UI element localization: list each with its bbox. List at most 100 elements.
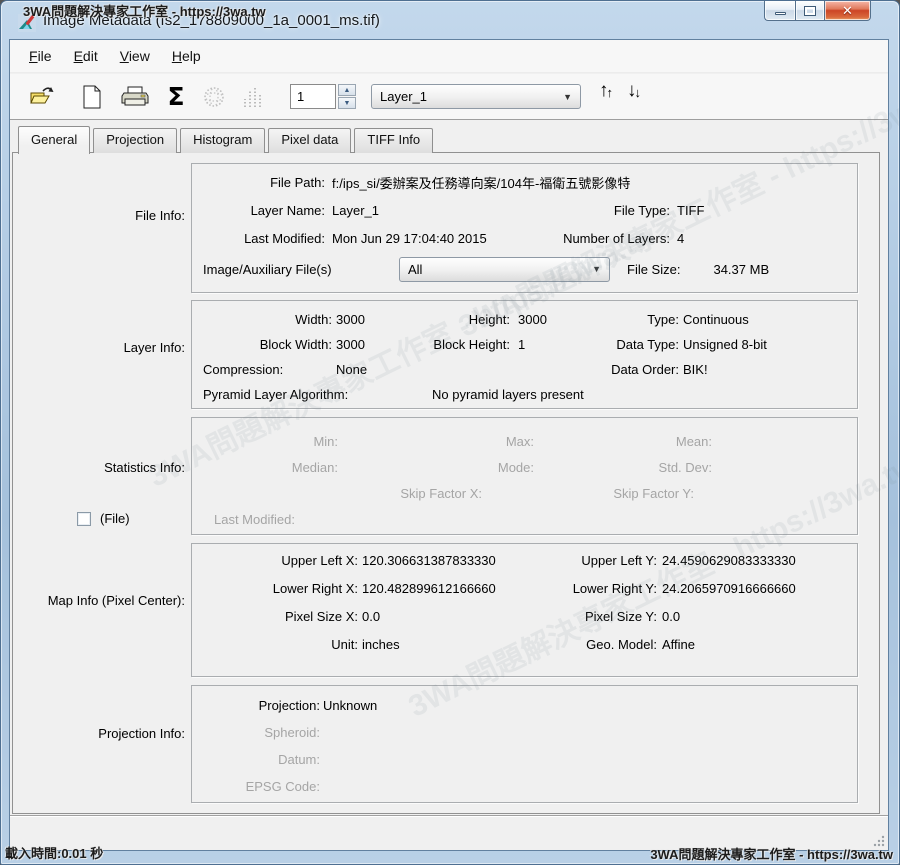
close-icon: ✕ (842, 4, 853, 17)
resize-grip[interactable] (872, 834, 886, 848)
file-path-label: File Path: (192, 175, 329, 190)
block-width-value: 3000 (332, 337, 388, 352)
mode-label: Mode: (388, 460, 534, 475)
spin-down-button[interactable]: ▼ (338, 97, 356, 109)
upper-left-y-label: Upper Left Y: (532, 553, 657, 568)
statistics-info-label: Statistics Info: (13, 460, 185, 475)
layer-up-button[interactable]: ↑ ↑ (599, 81, 613, 113)
stats-row-2: Median: Mode: Std. Dev: (192, 454, 857, 480)
sigma-icon: Σ (167, 84, 184, 109)
block-height-label: Block Height: (388, 337, 510, 352)
menu-file[interactable]: File (18, 44, 63, 68)
upper-left-x-label: Upper Left X: (192, 553, 358, 568)
file-size-value: 34.37 MB (710, 262, 769, 277)
tab-histogram[interactable]: Histogram (180, 128, 265, 153)
layer-number-spinner: 1 ▲ ▼ (290, 84, 356, 109)
skip-factor-y-label: Skip Factor Y: (482, 486, 694, 501)
print-button[interactable] (120, 81, 150, 113)
lower-right-x-value: 120.482899612166660 (358, 581, 532, 596)
chevron-down-icon: ▼ (592, 264, 601, 274)
geo-model-label: Geo. Model: (532, 637, 657, 652)
spin-up-button[interactable]: ▲ (338, 84, 356, 96)
file-path-value: f:/ips_si/委辦案及任務導向案/104年-福衛五號影像特 (329, 173, 857, 192)
statistics-info-group: Min: Max: Mean: Median: Mode: Std. Dev: … (191, 417, 858, 535)
epsg-code-label: EPSG Code: (192, 779, 320, 794)
layer-info-label: Layer Info: (13, 340, 185, 355)
close-button[interactable]: ✕ (824, 1, 871, 21)
stats-row-1: Min: Max: Mean: (192, 428, 857, 454)
layer-number-input[interactable]: 1 (290, 84, 336, 109)
new-document-icon (82, 85, 102, 109)
toolbar: Σ 1 ▲ ▼ (10, 74, 888, 120)
upper-left-y-value: 24.4590629083333330 (657, 553, 796, 568)
aux-files-select-value: All (408, 262, 586, 277)
compression-value: None (332, 362, 388, 377)
mean-label: Mean: (584, 434, 712, 449)
layer-select[interactable]: Layer_1 ▼ (371, 84, 581, 109)
layer-info-group: Width: 3000 Height: 3000 Type: Continuou… (191, 300, 858, 409)
width-label: Width: (192, 312, 332, 327)
minimize-icon (775, 12, 786, 15)
open-folder-icon (29, 85, 55, 109)
tab-tiff-info[interactable]: TIFF Info (354, 128, 433, 153)
compression-label: Compression: (192, 362, 332, 377)
tab-pixel-data[interactable]: Pixel data (268, 128, 351, 153)
lower-right-x-label: Lower Right X: (192, 581, 358, 596)
new-file-button[interactable] (77, 81, 107, 113)
layer-dims-row: Width: 3000 Height: 3000 Type: Continuou… (192, 307, 857, 332)
pyramid-value: No pyramid layers present (432, 387, 584, 402)
tab-strip: General Projection Histogram Pixel data … (18, 126, 436, 153)
compression-row: Compression: None Data Order: BIK! (192, 357, 857, 382)
data-type-value: Unsigned 8-bit (679, 337, 767, 352)
spheroid-label: Spheroid: (192, 725, 320, 740)
lower-right-y-label: Lower Right Y: (532, 581, 657, 596)
tab-projection[interactable]: Projection (93, 128, 177, 153)
menu-view[interactable]: View (109, 44, 161, 68)
file-type-value: TIFF (674, 203, 704, 218)
skip-factor-x-label: Skip Factor X: (192, 486, 482, 501)
layer-down-button[interactable]: ↓ ↓ (627, 81, 641, 113)
layer-down-icon-small: ↓ (635, 86, 642, 99)
pyramid-layers-button-disabled (200, 81, 228, 113)
data-type-label: Data Type: (566, 337, 679, 352)
file-info-group: File Path: f:/ips_si/委辦案及任務導向案/104年-福衛五號… (191, 163, 858, 293)
spin-up-icon: ▲ (344, 87, 351, 94)
file-path-row: File Path: f:/ips_si/委辦案及任務導向案/104年-福衛五號… (192, 168, 857, 196)
datum-row: Datum: (192, 746, 857, 773)
projection-info-label: Projection Info: (13, 726, 185, 741)
file-info-label: File Info: (13, 208, 185, 223)
pixel-size-x-value: 0.0 (358, 609, 532, 624)
dotted-histogram-icon (241, 85, 265, 109)
projection-label: Projection: (192, 698, 320, 713)
last-modified-value: Mon Jun 29 17:04:40 2015 (329, 231, 549, 246)
stats-file-checkbox-label: (File) (100, 511, 130, 526)
chevron-down-icon: ▼ (563, 92, 572, 102)
layer-name-label: Layer Name: (192, 203, 329, 218)
file-type-label: File Type: (549, 203, 674, 218)
statistics-button[interactable]: Σ (162, 81, 190, 113)
client-area: File Edit View Help (9, 39, 889, 851)
tab-general[interactable]: General (18, 126, 90, 154)
menu-bar: File Edit View Help (10, 40, 888, 73)
layer-up-icon-small: ↑ (607, 86, 614, 99)
stats-file-checkbox[interactable] (77, 512, 91, 526)
menu-help[interactable]: Help (161, 44, 212, 68)
status-bar (10, 815, 888, 850)
min-label: Min: (192, 434, 338, 449)
window: Image Metadata (fs2_178809000_1a_0001_ms… (0, 0, 900, 865)
block-height-value: 1 (510, 337, 566, 352)
aux-files-select[interactable]: All ▼ (399, 257, 610, 282)
pixel-size-y-label: Pixel Size Y: (532, 609, 657, 624)
height-value: 3000 (510, 312, 566, 327)
maximize-button[interactable] (795, 1, 824, 21)
histogram-button-disabled (239, 81, 267, 113)
height-label: Height: (388, 312, 510, 327)
minimize-button[interactable] (764, 1, 795, 21)
menu-edit[interactable]: Edit (63, 44, 109, 68)
stats-skip-row: Skip Factor X: Skip Factor Y: (192, 480, 857, 506)
spheroid-row: Spheroid: (192, 719, 857, 746)
map-info-group: Upper Left X: 120.306631387833330 Upper … (191, 543, 858, 677)
last-modified-row: Last Modified: Mon Jun 29 17:04:40 2015 … (192, 224, 857, 252)
titlebar[interactable]: Image Metadata (fs2_178809000_1a_0001_ms… (1, 1, 899, 39)
open-file-button[interactable] (27, 81, 57, 113)
